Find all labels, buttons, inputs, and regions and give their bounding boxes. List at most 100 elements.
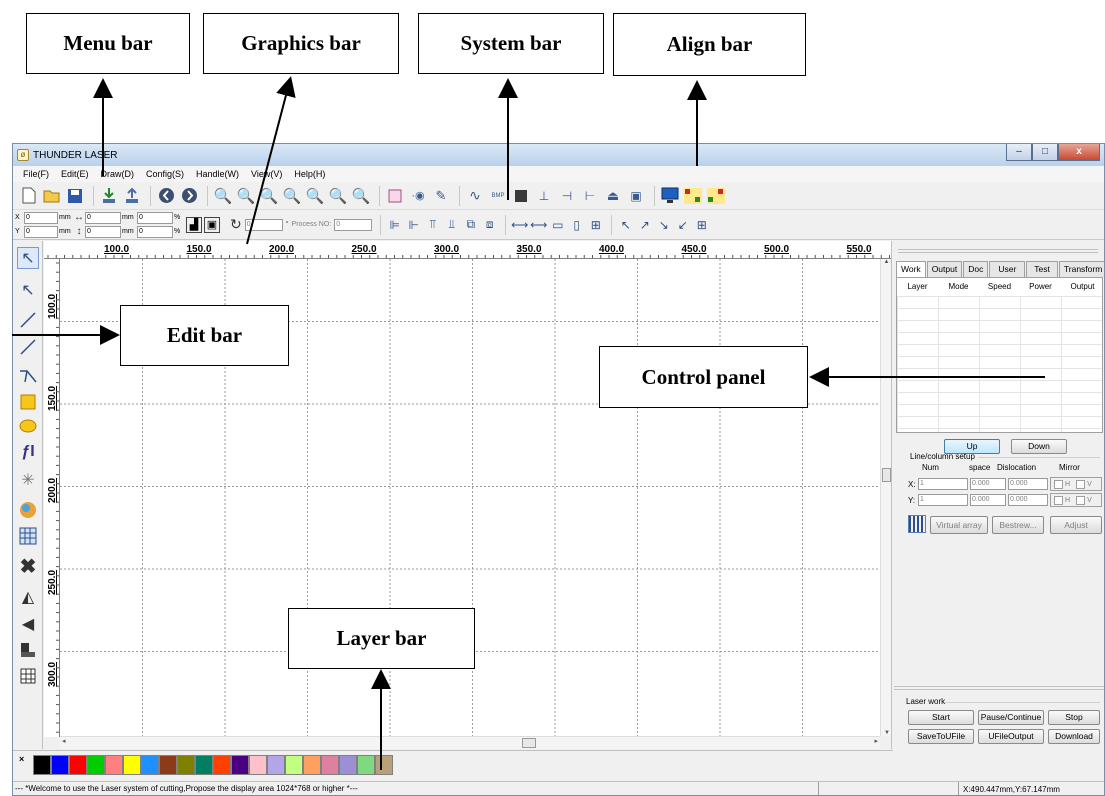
align-bottom-icon[interactable]: ⫫ bbox=[443, 216, 460, 233]
node-icon[interactable]: ·◉ bbox=[408, 186, 428, 206]
close-button[interactable]: x bbox=[1058, 144, 1100, 161]
new-file-icon[interactable] bbox=[19, 186, 39, 206]
polyline-icon[interactable] bbox=[17, 336, 39, 358]
layer-color-swatch[interactable] bbox=[285, 755, 303, 775]
scroll-right-icon[interactable]: ▸ bbox=[874, 737, 878, 745]
bitmap-icon[interactable]: BMP bbox=[488, 186, 508, 206]
menu-view[interactable]: View(V) bbox=[245, 169, 288, 179]
y-dislocation-input[interactable]: 0.000 bbox=[1008, 494, 1048, 506]
align-hcenter-icon[interactable]: ⧉ bbox=[462, 216, 479, 233]
frame-icon[interactable] bbox=[385, 186, 405, 206]
hmirror-icon[interactable]: ⊣ bbox=[557, 186, 577, 206]
curve-icon[interactable] bbox=[17, 365, 39, 387]
arrow-ne-icon[interactable]: ↗ bbox=[636, 216, 653, 233]
tab-transform[interactable]: Transform bbox=[1058, 261, 1104, 277]
rectangle-icon[interactable] bbox=[17, 391, 39, 413]
ellipse-icon[interactable] bbox=[17, 415, 39, 437]
horizontal-scroll-thumb[interactable] bbox=[522, 738, 536, 748]
layer-color-swatch[interactable] bbox=[321, 755, 339, 775]
y-input[interactable]: 0 bbox=[24, 225, 58, 238]
angle-input[interactable]: 0 bbox=[244, 218, 283, 231]
x-num-input[interactable]: 1 bbox=[918, 478, 968, 490]
arrow-sw-icon[interactable]: ↙ bbox=[674, 216, 691, 233]
align-tool-icon[interactable] bbox=[17, 639, 39, 661]
delete-icon[interactable]: ✖ bbox=[17, 555, 39, 578]
layer-color-swatch[interactable] bbox=[51, 755, 69, 775]
layer-color-swatch[interactable] bbox=[249, 755, 267, 775]
import-icon[interactable] bbox=[99, 186, 119, 206]
layer-table[interactable]: Layer Mode Speed Power Output bbox=[896, 277, 1103, 433]
back-icon[interactable] bbox=[156, 186, 176, 206]
tab-doc[interactable]: Doc bbox=[963, 261, 989, 277]
down-button[interactable]: Down bbox=[1011, 439, 1067, 454]
zoom-data-icon[interactable]: 🔍 bbox=[328, 186, 348, 206]
y-num-input[interactable]: 1 bbox=[918, 494, 968, 506]
vertical-scroll-thumb[interactable] bbox=[882, 468, 891, 482]
align-left-icon[interactable]: ⊫ bbox=[386, 216, 403, 233]
panel-grip[interactable] bbox=[898, 249, 1098, 253]
vmirror-icon[interactable]: ⊢ bbox=[580, 186, 600, 206]
layer-color-swatch[interactable] bbox=[213, 755, 231, 775]
x-scale-input[interactable]: 0 bbox=[137, 211, 173, 224]
menu-config[interactable]: Config(S) bbox=[140, 169, 190, 179]
maximize-button[interactable]: □ bbox=[1032, 144, 1058, 161]
grid-tool-icon[interactable] bbox=[17, 665, 39, 687]
space-v-icon[interactable]: ⊞ bbox=[587, 216, 604, 233]
node-edit-icon[interactable]: ↖ bbox=[17, 279, 39, 301]
start-button[interactable]: Start bbox=[908, 710, 974, 725]
layer-bar-close-icon[interactable]: × bbox=[19, 754, 24, 764]
layer-color-swatch[interactable] bbox=[33, 755, 51, 775]
output-icon[interactable]: ▣ bbox=[626, 186, 646, 206]
save-icon[interactable] bbox=[65, 186, 85, 206]
layer-color-swatch[interactable] bbox=[231, 755, 249, 775]
x-mirror-v-checkbox[interactable] bbox=[1076, 479, 1086, 489]
tab-work[interactable]: Work bbox=[896, 261, 926, 277]
layer-color-swatch[interactable] bbox=[267, 755, 285, 775]
menu-help[interactable]: Help(H) bbox=[288, 169, 331, 179]
x-dislocation-input[interactable]: 0.000 bbox=[1008, 478, 1048, 490]
text-icon[interactable]: ƒI bbox=[17, 441, 39, 463]
process-no-input[interactable]: 0 bbox=[334, 218, 373, 231]
layer-color-swatch[interactable] bbox=[69, 755, 87, 775]
minimize-button[interactable]: – bbox=[1006, 144, 1032, 161]
x-space-input[interactable]: 0.000 bbox=[970, 478, 1006, 490]
arrow-se-icon[interactable]: ↘ bbox=[655, 216, 672, 233]
zoom-out-icon[interactable]: 🔍 bbox=[236, 186, 256, 206]
line-icon[interactable] bbox=[17, 309, 39, 331]
zoom-window-icon[interactable]: 🔍 bbox=[259, 186, 279, 206]
zoom-fit-icon[interactable]: 🔍 bbox=[282, 186, 302, 206]
y-space-input[interactable]: 0.000 bbox=[970, 494, 1006, 506]
menu-file[interactable]: File(F) bbox=[17, 169, 55, 179]
lock-ratio-icon[interactable]: ▟ bbox=[186, 216, 202, 233]
layer-color-swatch[interactable] bbox=[141, 755, 159, 775]
layer-color-swatch[interactable] bbox=[105, 755, 123, 775]
layer-color-swatch[interactable] bbox=[339, 755, 357, 775]
bestrew-button[interactable]: Bestrew... bbox=[992, 516, 1044, 534]
horizontal-scrollbar[interactable]: ◂ ▸ bbox=[60, 736, 880, 749]
pause-continue-button[interactable]: Pause/Continue bbox=[978, 710, 1044, 725]
save-to-ufile-button[interactable]: SaveToUFile bbox=[908, 729, 974, 744]
x-input[interactable]: 0 bbox=[24, 211, 58, 224]
align-grid2-icon[interactable] bbox=[706, 186, 726, 206]
adjust-button[interactable]: Adjust bbox=[1050, 516, 1102, 534]
ufile-output-button[interactable]: UFileOutput bbox=[978, 729, 1044, 744]
menu-draw[interactable]: Draw(D) bbox=[95, 169, 141, 179]
stop-button[interactable]: Stop bbox=[1048, 710, 1100, 725]
layer-color-swatch[interactable] bbox=[195, 755, 213, 775]
height-input[interactable]: 0 bbox=[85, 225, 121, 238]
tab-test[interactable]: Test bbox=[1026, 261, 1058, 277]
machine-icon[interactable]: ⏏ bbox=[603, 186, 623, 206]
menu-handle[interactable]: Handle(W) bbox=[190, 169, 245, 179]
arrow-nw-icon[interactable]: ↖ bbox=[617, 216, 634, 233]
zoom-in-icon[interactable]: 🔍 bbox=[213, 186, 233, 206]
center-icon[interactable]: ⊞ bbox=[693, 216, 710, 233]
width-input[interactable]: 0 bbox=[85, 211, 121, 224]
array-icon[interactable] bbox=[17, 525, 39, 547]
virtual-array-button[interactable]: Virtual array bbox=[930, 516, 988, 534]
layer-color-swatch[interactable] bbox=[375, 755, 393, 775]
tab-output[interactable]: Output bbox=[926, 261, 963, 277]
align-grid-icon[interactable] bbox=[683, 186, 703, 206]
download-button[interactable]: Download bbox=[1048, 729, 1100, 744]
layer-color-swatch[interactable] bbox=[177, 755, 195, 775]
layer-color-swatch[interactable] bbox=[87, 755, 105, 775]
